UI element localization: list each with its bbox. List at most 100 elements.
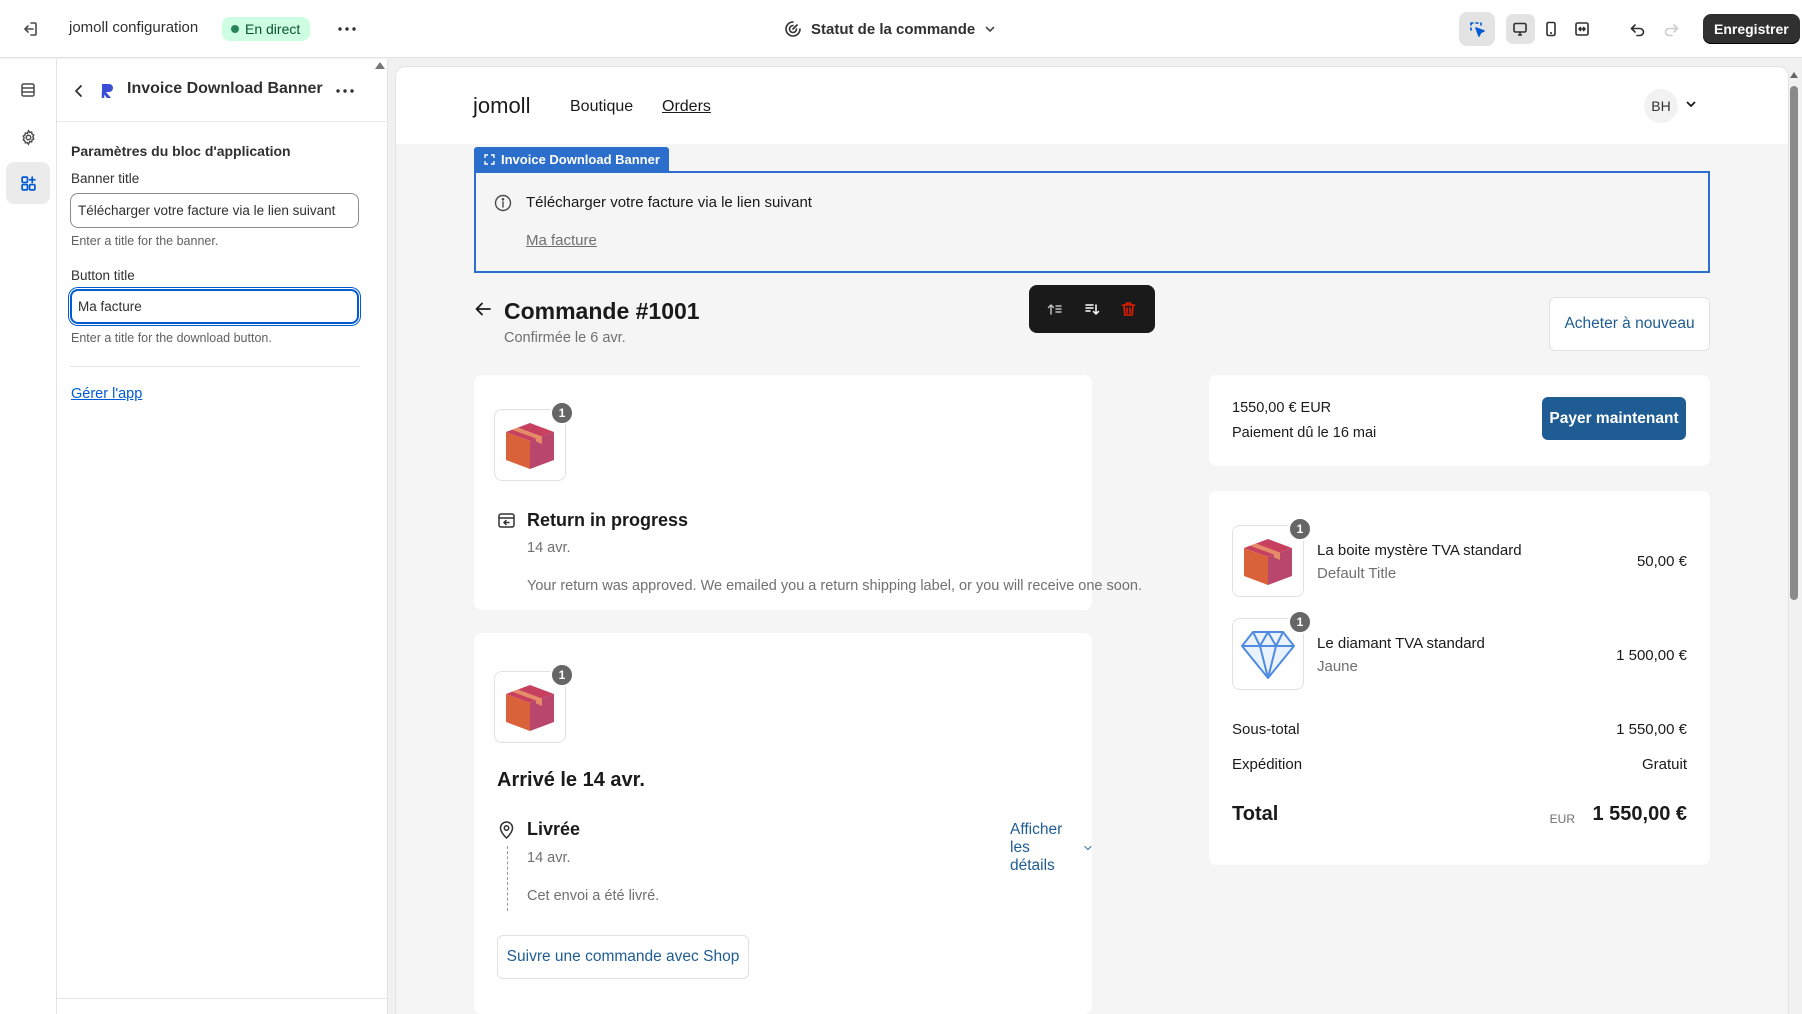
store-name: jomoll configuration	[69, 19, 199, 36]
scrollbar-thumb[interactable]	[1790, 86, 1798, 600]
banner-text: Télécharger votre facture via le lien su…	[526, 194, 812, 211]
settings-section-title: Paramètres du bloc d'application	[71, 143, 291, 159]
delete-block-icon[interactable]	[1114, 294, 1144, 324]
fullwidth-view-icon[interactable]	[1567, 14, 1596, 44]
return-status-card: 1 Return in progress 14 avr. Your return…	[474, 375, 1142, 610]
buy-again-button[interactable]: Acheter à nouveau	[1549, 297, 1710, 351]
more-actions-icon[interactable]	[333, 17, 361, 41]
block-select-icon	[484, 153, 495, 165]
apps-icon[interactable]	[6, 162, 50, 204]
status-dot	[231, 25, 239, 33]
quantity-badge: 1	[550, 401, 574, 425]
sections-icon[interactable]	[6, 69, 50, 111]
button-title-input[interactable]	[70, 289, 359, 324]
editor-left-rail	[0, 59, 57, 1014]
block-settings-panel: Invoice Download Banner Paramètres du bl…	[57, 59, 388, 1014]
total-currency: EUR	[1549, 812, 1575, 826]
order-confirmed-date: Confirmée le 6 avr.	[504, 330, 626, 346]
chevron-down-icon	[985, 26, 995, 32]
selected-block-tag-label: Invoice Download Banner	[501, 151, 660, 167]
order-status-icon	[785, 21, 801, 37]
track-with-shop-button[interactable]: Suivre une commande avec Shop	[497, 935, 749, 979]
manage-app-link[interactable]: Gérer l'app	[71, 386, 142, 402]
page-selector-label: Statut de la commande	[811, 20, 976, 38]
box-icon	[506, 685, 554, 731]
diamond-icon	[1241, 631, 1295, 679]
delivery-title: Arrivé le 14 avr.	[497, 769, 645, 791]
back-arrow-icon[interactable]	[474, 300, 492, 318]
return-status-title: Return in progress	[527, 510, 689, 530]
line-item-variant: Jaune	[1317, 658, 1358, 675]
show-details-label: Afficher les détails	[1010, 821, 1063, 874]
line-item-price: 50,00 €	[1636, 553, 1687, 570]
panel-header: Invoice Download Banner	[57, 59, 388, 122]
banner-title-label: Banner title	[71, 171, 140, 186]
quantity-badge: 1	[550, 663, 574, 687]
nav-link-shop[interactable]: Boutique	[570, 98, 633, 116]
order-summary-card: 1 La boite mystère TVA standard Default …	[1209, 491, 1710, 865]
exit-icon[interactable]	[18, 17, 42, 41]
payment-amount: 1550,00 € EUR	[1232, 400, 1332, 416]
show-details-link[interactable]: Afficher les détails	[1010, 821, 1092, 875]
redo-icon[interactable]	[1654, 12, 1688, 46]
gear-icon[interactable]	[6, 116, 50, 158]
selected-block-tag: Invoice Download Banner	[474, 147, 669, 171]
block-title: Invoice Download Banner	[127, 80, 323, 97]
line-item-name: La boite mystère TVA standard	[1317, 542, 1522, 559]
back-chevron-icon[interactable]	[65, 79, 93, 103]
quantity-badge: 1	[1288, 610, 1312, 634]
pay-now-button[interactable]: Payer maintenant	[1542, 397, 1686, 440]
shipping-value: Gratuit	[1641, 756, 1687, 773]
divider	[57, 998, 388, 999]
box-icon	[1244, 539, 1292, 585]
banner-title-help: Enter a title for the banner.	[71, 234, 219, 248]
invoice-download-link[interactable]: Ma facture	[526, 232, 597, 249]
store-header: jomoll Boutique Orders BH	[396, 67, 1788, 144]
save-button[interactable]: Enregistrer	[1703, 14, 1800, 44]
delivery-date: 14 avr.	[527, 850, 571, 866]
delivery-description: Cet envoi a été livré.	[527, 888, 660, 904]
mobile-view-icon[interactable]	[1537, 14, 1566, 44]
status-badge-label: En direct	[245, 21, 301, 37]
store-logo[interactable]: jomoll	[473, 93, 530, 119]
delivery-status-card: 1 Arrivé le 14 avr. Livrée 14 avr. Cet e…	[474, 633, 1092, 1014]
inspector-toggle-icon[interactable]	[1459, 12, 1495, 46]
line-item-variant: Default Title	[1317, 565, 1397, 582]
chevron-down-icon	[1084, 845, 1092, 851]
desktop-view-icon[interactable]	[1506, 14, 1535, 44]
total-value: 1 550,00 €	[1592, 803, 1687, 825]
chevron-down-icon[interactable]	[1685, 98, 1697, 110]
return-status-date: 14 avr.	[527, 540, 571, 556]
payment-card: 1550,00 € EUR Paiement dû le 16 mai Paye…	[1209, 375, 1710, 466]
button-title-help: Enter a title for the download button.	[71, 331, 272, 345]
total-label: Total	[1232, 803, 1279, 825]
payment-due-date: Paiement dû le 16 mai	[1232, 425, 1377, 441]
banner-title-input[interactable]	[70, 193, 359, 228]
storefront-preview: jomoll Boutique Orders BH Invoice Downlo…	[396, 67, 1788, 1014]
preview-scrollbar[interactable]	[1790, 70, 1798, 1014]
return-status-description: Your return was approved. We emailed you…	[527, 578, 1142, 594]
page-selector[interactable]: Statut de la commande	[784, 16, 996, 42]
undo-icon[interactable]	[1620, 12, 1654, 46]
move-up-icon[interactable]	[1040, 294, 1070, 324]
avatar[interactable]: BH	[1644, 89, 1678, 123]
invoice-download-banner[interactable]: Télécharger votre facture via le lien su…	[474, 171, 1710, 273]
line-item-name: Le diamant TVA standard	[1317, 635, 1485, 652]
move-down-icon[interactable]	[1077, 294, 1107, 324]
subtotal-label: Sous-total	[1232, 721, 1300, 738]
app-logo-icon	[97, 81, 117, 101]
delivery-status: Livrée	[527, 819, 581, 839]
block-more-icon[interactable]	[331, 79, 359, 103]
divider	[70, 366, 360, 367]
editor-topbar: jomoll configuration En direct Statut de…	[0, 0, 1802, 58]
order-title: Commande #1001	[504, 298, 700, 324]
nav-link-orders[interactable]: Orders	[662, 98, 711, 116]
box-icon	[506, 423, 554, 469]
subtotal-value: 1 550,00 €	[1616, 721, 1687, 738]
block-floating-toolbar	[1029, 285, 1155, 333]
shipping-label: Expédition	[1232, 756, 1303, 773]
location-pin-icon	[499, 821, 514, 840]
quantity-badge: 1	[1288, 517, 1312, 541]
scroll-up-arrow-icon[interactable]	[1790, 72, 1798, 78]
info-icon	[494, 194, 512, 212]
